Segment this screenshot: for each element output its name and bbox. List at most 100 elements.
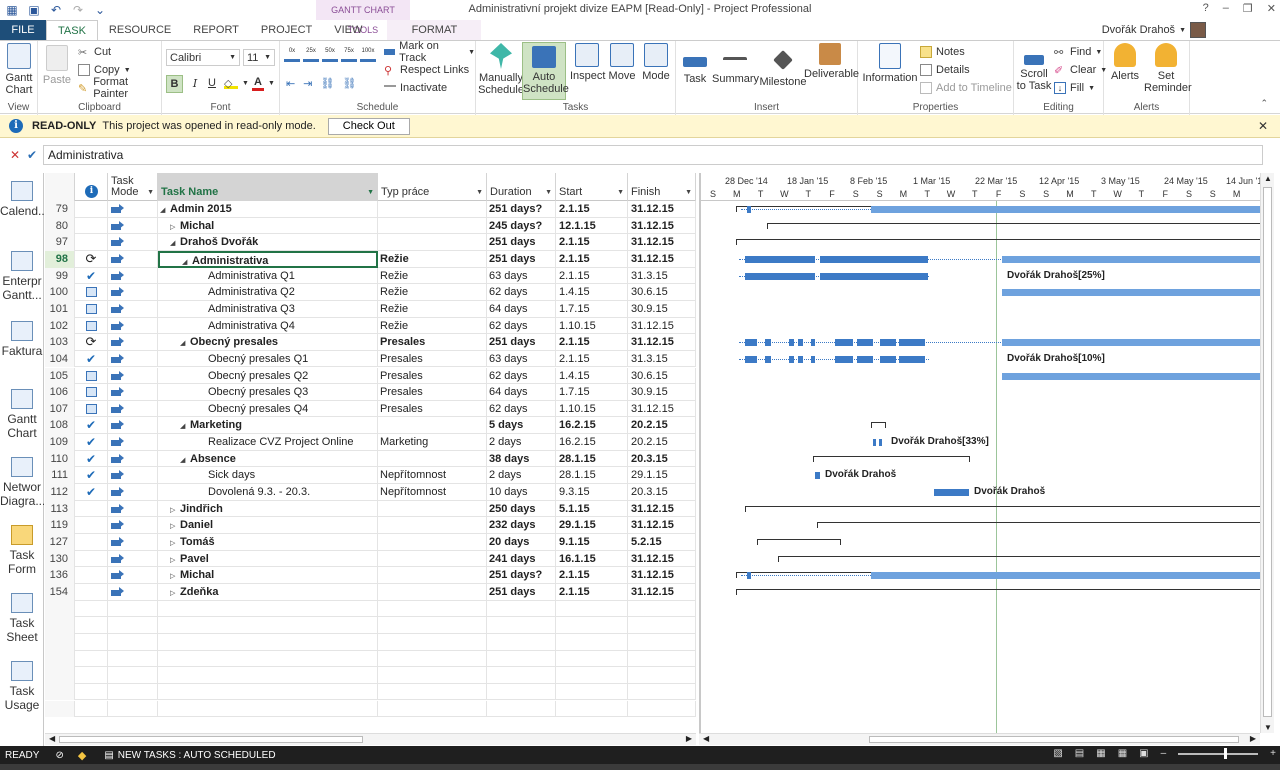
task-name-cell[interactable]: ◢ Obecný presales: [158, 334, 378, 351]
outline-toggle-icon[interactable]: ▷: [170, 519, 180, 534]
gantt-bar[interactable]: [934, 489, 969, 497]
table-row[interactable]: 154 ▷ Zdeňka 251 days 2.1.15 31.12.15: [45, 583, 696, 601]
unlink-icon[interactable]: ⛓: [342, 77, 356, 90]
task-name-cell[interactable]: Administrativa Q2: [158, 284, 378, 301]
start-cell[interactable]: 2.1.15: [556, 567, 628, 584]
duration-cell[interactable]: 64 days: [487, 300, 556, 318]
task-name-cell[interactable]: Administrativa Q1: [158, 267, 378, 285]
tab-file[interactable]: FILE: [0, 20, 46, 40]
italic-button[interactable]: I: [188, 75, 202, 91]
task-name-cell[interactable]: Administrativa Q3: [158, 300, 378, 318]
task-mode-cell[interactable]: [108, 400, 158, 418]
row-id[interactable]: 110: [45, 450, 75, 468]
empty-row[interactable]: [45, 683, 696, 701]
gantt-chart-button[interactable]: Gantt Chart: [3, 43, 35, 96]
task-mode-cell[interactable]: [108, 417, 158, 435]
finish-cell[interactable]: 30.9.15: [628, 384, 696, 401]
gantt-bar[interactable]: [747, 206, 751, 213]
task-name-cell[interactable]: ▷ Michal: [158, 217, 378, 235]
gantt-bar[interactable]: [1002, 289, 1260, 297]
outdent-icon[interactable]: ⇤: [286, 77, 295, 90]
scroll-left-icon[interactable]: ◀: [703, 734, 709, 743]
table-row[interactable]: 79 ◢ Admin 2015 251 days? 2.1.15 31.12.15: [45, 201, 696, 218]
gantt-bar[interactable]: [745, 272, 815, 280]
row-id[interactable]: 99: [45, 267, 75, 285]
task-mode-cell[interactable]: [108, 284, 158, 301]
duration-cell[interactable]: 251 days: [487, 583, 556, 601]
finish-cell[interactable]: 30.6.15: [628, 367, 696, 385]
start-cell[interactable]: 2.1.15: [556, 201, 628, 218]
typ-prace-cell[interactable]: Režie: [378, 300, 487, 318]
typ-prace-cell[interactable]: [378, 417, 487, 435]
task-name-cell[interactable]: ◢ Drahoš Dvořák: [158, 234, 378, 251]
row-id[interactable]: 130: [45, 550, 75, 568]
duration-cell[interactable]: 62 days: [487, 367, 556, 385]
task-usage-shortcut-icon[interactable]: ▧: [1053, 748, 1062, 759]
view-task-form[interactable]: Task Form: [0, 525, 44, 576]
typ-prace-cell[interactable]: Režie: [378, 284, 487, 301]
row-id[interactable]: 136: [45, 567, 75, 584]
summary-bar[interactable]: [757, 539, 841, 545]
milestone-button[interactable]: Milestone: [758, 43, 808, 88]
tab-project[interactable]: PROJECT: [250, 20, 323, 40]
task-name-cell[interactable]: ▷ Michal: [158, 567, 378, 584]
scroll-right-icon[interactable]: ▶: [686, 734, 692, 743]
row-id[interactable]: 80: [45, 217, 75, 235]
row-id[interactable]: 154: [45, 583, 75, 601]
warning-icon[interactable]: ◆: [78, 749, 86, 762]
filter-dropdown-icon[interactable]: ▼: [476, 189, 483, 196]
gantt-bar[interactable]: [871, 206, 1260, 213]
empty-row[interactable]: [45, 617, 696, 634]
duration-cell[interactable]: 251 days: [487, 250, 556, 268]
view-task-sheet[interactable]: Task Sheet: [0, 593, 44, 644]
finish-cell[interactable]: 31.3.15: [628, 267, 696, 285]
finish-cell[interactable]: 30.6.15: [628, 284, 696, 301]
typ-prace-cell[interactable]: Režie: [378, 317, 487, 335]
row-id[interactable]: 100: [45, 284, 75, 301]
typ-prace-cell[interactable]: Presales: [378, 334, 487, 351]
gantt-bar[interactable]: [1002, 339, 1260, 347]
zoom-in-button[interactable]: +: [1270, 748, 1276, 759]
outline-toggle-icon[interactable]: ◢: [160, 203, 170, 218]
team-planner-icon[interactable]: ▦: [1118, 748, 1127, 759]
vertical-scrollbar[interactable]: ▲ ▼: [1260, 173, 1274, 733]
summary-bar[interactable]: [778, 555, 1260, 562]
duration-cell[interactable]: 250 days: [487, 500, 556, 518]
information-button[interactable]: Information: [860, 43, 920, 84]
duration-cell[interactable]: 62 days: [487, 317, 556, 335]
outline-toggle-icon[interactable]: ◢: [180, 336, 190, 351]
scroll-right-icon[interactable]: ▶: [1250, 734, 1256, 743]
typ-prace-cell[interactable]: Presales: [378, 384, 487, 401]
finish-header[interactable]: Finish ▼: [628, 173, 696, 201]
empty-row[interactable]: [45, 633, 696, 651]
start-cell[interactable]: 2.1.15: [556, 250, 628, 268]
gantt-shortcut-icon[interactable]: ▤: [1075, 748, 1084, 759]
finish-cell[interactable]: 31.12.15: [628, 517, 696, 534]
task-mode-cell[interactable]: [108, 317, 158, 335]
typ-prace-cell[interactable]: [378, 234, 487, 251]
indent-icon[interactable]: ⇥: [303, 77, 312, 90]
font-family-select[interactable]: Calibri ▼: [166, 49, 240, 66]
finish-cell[interactable]: 31.12.15: [628, 234, 696, 251]
table-row[interactable]: 103 ⟳ ◢ Obecný presales Presales 251 days 2.1.…: [45, 334, 696, 351]
start-cell[interactable]: 9.1.15: [556, 534, 628, 551]
gantt-bar[interactable]: [765, 355, 771, 363]
outline-toggle-icon[interactable]: ▷: [170, 503, 180, 518]
typ-prace-cell[interactable]: [378, 500, 487, 518]
duration-cell[interactable]: 10 days: [487, 484, 556, 501]
tab-view[interactable]: VIEW: [323, 20, 373, 40]
typ-prace-cell[interactable]: [378, 450, 487, 468]
scroll-thumb[interactable]: [1263, 187, 1272, 717]
row-id[interactable]: 119: [45, 517, 75, 534]
filter-dropdown-icon[interactable]: ▼: [685, 189, 692, 196]
typ-prace-header[interactable]: Typ práce ▼: [378, 173, 487, 201]
start-cell[interactable]: 28.1.15: [556, 467, 628, 485]
table-row[interactable]: 108 ✔ ◢ Marketing 5 days 16.2.15 20.2.15: [45, 417, 696, 435]
scroll-left-icon[interactable]: ◀: [49, 734, 55, 743]
gantt-bar[interactable]: [899, 339, 925, 347]
outline-toggle-icon[interactable]: ▷: [170, 586, 180, 601]
duration-cell[interactable]: 63 days: [487, 350, 556, 368]
start-cell[interactable]: 5.1.15: [556, 500, 628, 518]
outline-toggle-icon[interactable]: ◢: [182, 255, 192, 266]
row-id[interactable]: 111: [45, 467, 75, 485]
